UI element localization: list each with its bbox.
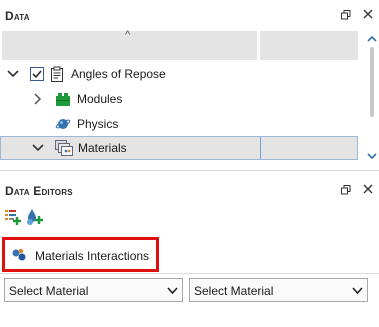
restore-window-icon[interactable] (341, 10, 353, 22)
tree-item-angles-of-repose[interactable]: Angles of Repose (0, 62, 358, 86)
materials-interactions-icon (11, 248, 27, 262)
data-editors-panel-title: Data Editors (5, 184, 73, 198)
tree-item-materials[interactable]: Materials (0, 136, 358, 160)
select-material-value: Select Material (194, 284, 274, 298)
close-panel-icon[interactable] (363, 184, 375, 196)
chevron-down-icon[interactable] (31, 141, 45, 155)
column-divider (260, 137, 261, 159)
sort-indicator: ^ (125, 29, 131, 41)
add-materials-icon[interactable] (25, 208, 43, 226)
modules-icon (55, 91, 71, 107)
tree-item-label: Materials (78, 141, 127, 155)
tree-item-label: Modules (77, 92, 123, 106)
materials-icon (55, 140, 73, 156)
tree-item-label: Angles of Repose (71, 67, 166, 81)
clipboard-icon (49, 66, 65, 82)
select-material-dropdown-1[interactable]: Select Material (4, 278, 183, 302)
scroll-up-icon[interactable] (367, 34, 377, 44)
restore-window-icon[interactable] (341, 185, 353, 197)
chevron-right-icon[interactable] (31, 92, 45, 106)
chevron-down-icon[interactable] (6, 67, 20, 81)
close-panel-icon[interactable] (363, 9, 375, 21)
select-material-dropdown-2[interactable]: Select Material (189, 278, 368, 302)
materials-interactions-label: Materials Interactions (35, 249, 150, 263)
column-header-value[interactable] (260, 31, 358, 60)
editor-divider (0, 273, 379, 274)
select-material-value: Select Material (9, 284, 89, 298)
panel-splitter[interactable] (0, 170, 379, 171)
materials-interactions-button[interactable]: Materials Interactions (2, 237, 159, 272)
chevron-down-icon (352, 285, 363, 296)
tree-item-physics[interactable]: Physics (0, 112, 358, 136)
tree-item-modules[interactable]: Modules (0, 87, 358, 111)
chevron-down-icon (167, 285, 178, 296)
data-panel-title: Data (5, 9, 30, 23)
data-panel-header: Data (0, 0, 379, 30)
physics-icon (55, 116, 71, 132)
data-editors-toolbar (4, 208, 64, 226)
add-editor-icon[interactable] (4, 208, 22, 226)
scrollbar-thumb[interactable] (370, 47, 374, 117)
vertical-scrollbar[interactable] (366, 31, 378, 164)
tree-item-checkbox[interactable] (30, 67, 44, 81)
scroll-down-icon[interactable] (367, 151, 377, 161)
tree-item-label: Physics (77, 117, 119, 131)
